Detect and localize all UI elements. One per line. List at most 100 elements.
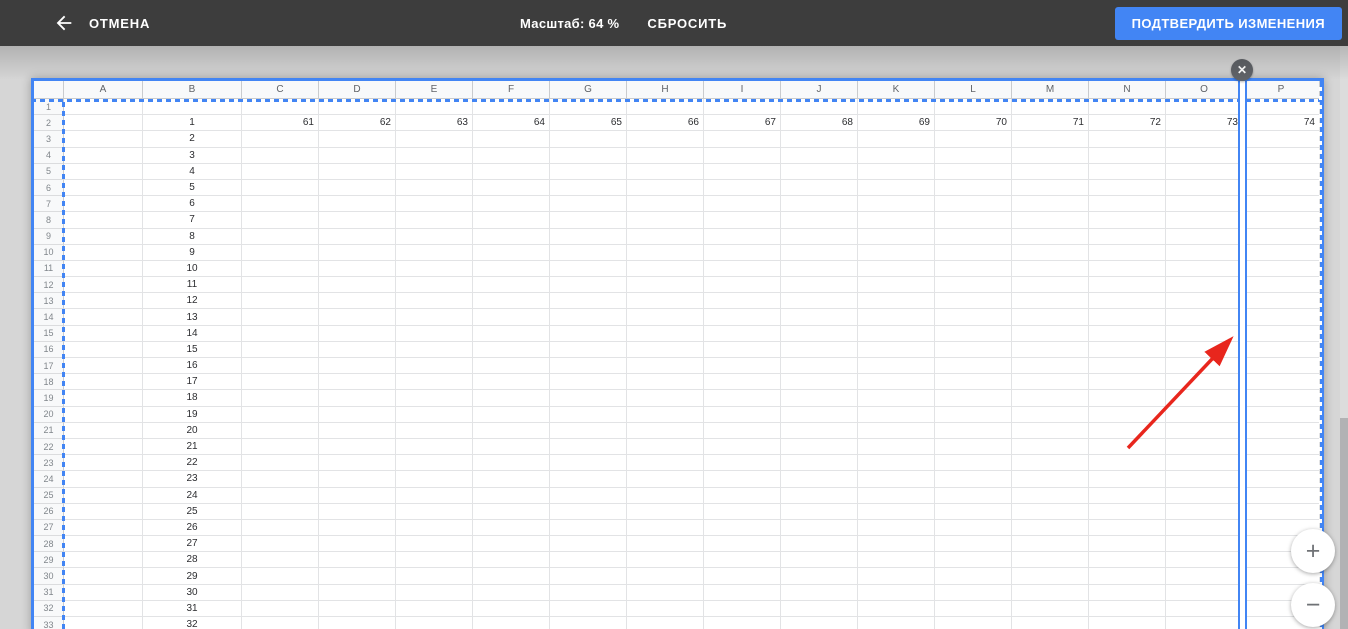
cell: 22 <box>143 455 242 472</box>
cell <box>473 438 550 456</box>
cell <box>1166 552 1243 569</box>
cell <box>704 536 781 553</box>
cell <box>396 600 473 617</box>
cell <box>627 438 704 456</box>
row-header-cell: 14 <box>34 309 64 326</box>
cell <box>473 228 550 245</box>
cell: 8 <box>143 228 242 245</box>
cell <box>1089 584 1166 601</box>
cell: 71 <box>1012 115 1089 132</box>
cell <box>627 422 704 439</box>
cell <box>1243 293 1320 310</box>
cell <box>1089 471 1166 488</box>
cell <box>1012 422 1089 439</box>
cell <box>550 212 627 229</box>
cell <box>64 228 143 245</box>
cell <box>242 568 319 585</box>
cell: 25 <box>143 503 242 520</box>
row-header-cell: 4 <box>34 147 64 164</box>
cell <box>550 471 627 488</box>
cell <box>242 584 319 601</box>
cell: 73 <box>1166 115 1243 132</box>
vertical-scrollbar[interactable] <box>1340 46 1348 629</box>
cell <box>550 374 627 391</box>
cell <box>704 617 781 629</box>
cell <box>627 390 704 407</box>
cell <box>858 600 935 617</box>
cell <box>935 99 1012 116</box>
cell <box>242 147 319 164</box>
cell <box>858 584 935 601</box>
cell <box>242 325 319 342</box>
cell <box>64 536 143 553</box>
cell <box>550 163 627 180</box>
cell <box>935 600 1012 617</box>
cell <box>1243 212 1320 229</box>
cell <box>1012 293 1089 310</box>
cell <box>1012 99 1089 116</box>
cell <box>935 487 1012 504</box>
zoom-out-button[interactable]: − <box>1291 583 1335 627</box>
cell <box>550 260 627 278</box>
cell <box>1166 99 1243 116</box>
close-icon[interactable]: ✕ <box>1231 59 1253 81</box>
confirm-changes-button[interactable]: ПОДТВЕРДИТЬ ИЗМЕНЕНИЯ <box>1114 6 1342 40</box>
cell <box>1166 503 1243 520</box>
cell <box>935 163 1012 180</box>
vertical-scrollbar-thumb[interactable] <box>1340 418 1348 629</box>
cell <box>319 406 396 423</box>
cell <box>550 552 627 569</box>
cell: 68 <box>781 115 858 132</box>
cell <box>1089 617 1166 629</box>
cell <box>1012 519 1089 537</box>
cell: 66 <box>627 115 704 132</box>
cell <box>550 390 627 407</box>
cell <box>242 374 319 391</box>
cell <box>858 212 935 229</box>
row-header-cell: 17 <box>34 358 64 375</box>
cell <box>781 438 858 456</box>
cell <box>1012 536 1089 553</box>
cell <box>550 341 627 358</box>
cell <box>473 293 550 310</box>
cell <box>1012 374 1089 391</box>
reset-button[interactable]: СБРОСИТЬ <box>647 16 727 31</box>
row-header-cell: 8 <box>34 212 64 229</box>
cell <box>858 228 935 245</box>
cell <box>550 503 627 520</box>
cell: 13 <box>143 309 242 326</box>
cell <box>1243 244 1320 261</box>
cell <box>1166 325 1243 342</box>
cell <box>627 617 704 629</box>
row-header-cell: 6 <box>34 179 64 197</box>
cell <box>1166 390 1243 407</box>
cell: 70 <box>935 115 1012 132</box>
cell <box>396 293 473 310</box>
cell: 62 <box>319 115 396 132</box>
row-header-cell: 30 <box>34 568 64 585</box>
cell <box>935 147 1012 164</box>
cell <box>935 358 1012 375</box>
cell <box>935 422 1012 439</box>
column-boundary-drag-line[interactable] <box>1238 81 1247 629</box>
cell <box>704 163 781 180</box>
cell <box>781 552 858 569</box>
cell <box>1243 487 1320 504</box>
cell <box>396 131 473 148</box>
cell <box>627 196 704 213</box>
cell <box>704 325 781 342</box>
cell <box>781 390 858 407</box>
cell <box>935 390 1012 407</box>
cell <box>64 212 143 229</box>
cell <box>550 536 627 553</box>
cell <box>1089 358 1166 375</box>
zoom-in-button[interactable]: + <box>1291 529 1335 573</box>
cell <box>319 228 396 245</box>
cell <box>935 244 1012 261</box>
cell <box>627 325 704 342</box>
cell <box>319 260 396 278</box>
cell <box>319 471 396 488</box>
cancel-button[interactable]: ОТМЕНА <box>53 12 150 34</box>
cell <box>1166 519 1243 537</box>
cell <box>704 358 781 375</box>
